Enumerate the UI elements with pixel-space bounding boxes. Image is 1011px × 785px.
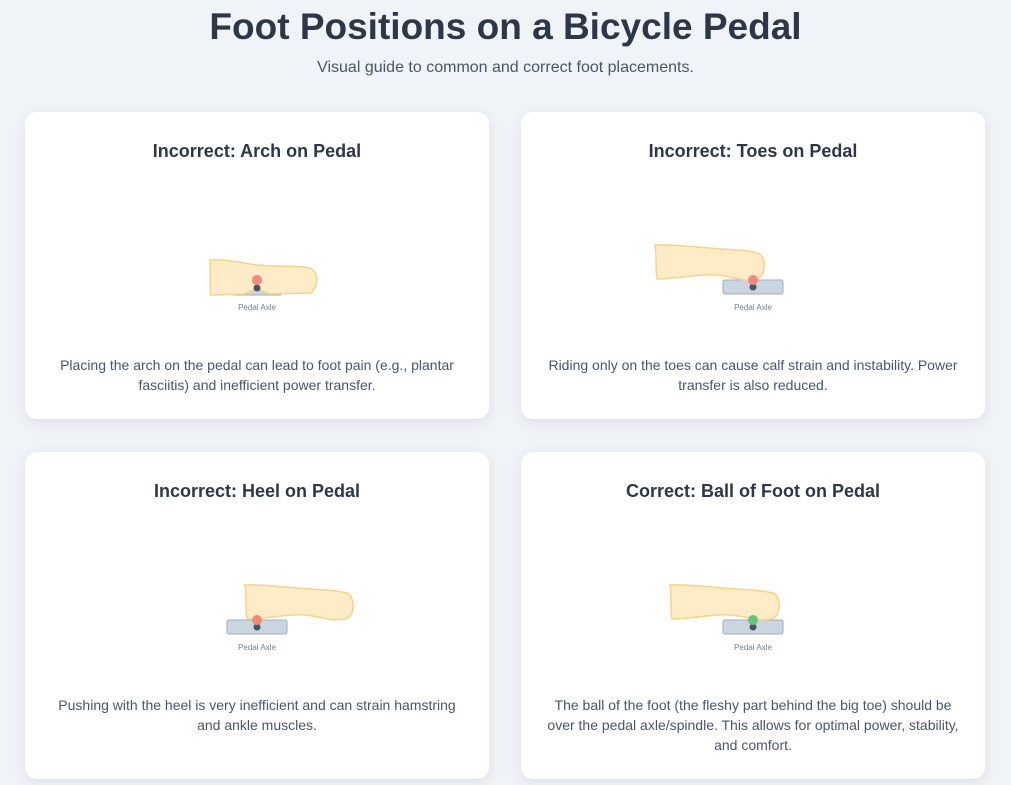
- card-description: The ball of the foot (the fleshy part be…: [547, 697, 959, 753]
- card-title: Incorrect: Toes on Pedal: [648, 141, 858, 161]
- axle-icon: [253, 284, 261, 292]
- pedal-axle-label: Pedal Axle: [734, 303, 772, 312]
- foot-shape: [244, 584, 354, 621]
- card-title: Incorrect: Arch on Pedal: [152, 141, 362, 161]
- foot-diagram: Pedal Axle: [669, 584, 784, 652]
- contact-point-icon: [748, 275, 758, 285]
- card-description: Pushing with the heel is very inefficien…: [58, 697, 456, 733]
- foot-diagram: Pedal Axle: [654, 244, 784, 312]
- foot-shape: [654, 244, 765, 281]
- card-title: Incorrect: Heel on Pedal: [153, 481, 361, 501]
- pedal-axle-label: Pedal Axle: [734, 643, 772, 652]
- pedal-axle-label: Pedal Axle: [238, 303, 276, 312]
- foot-shape: [669, 584, 780, 621]
- page-title: Foot Positions on a Bicycle Pedal: [209, 6, 802, 47]
- card-description: Placing the arch on the pedal can lead t…: [60, 357, 454, 393]
- card-toes-on-pedal: Incorrect: Toes on Pedal Pedal Axle Ridi…: [521, 112, 985, 419]
- card-description: Riding only on the toes can cause calf s…: [548, 357, 958, 393]
- foot-shape: [209, 259, 318, 296]
- card-arch-on-pedal: Incorrect: Arch on Pedal Pedal Axle Plac…: [25, 112, 489, 419]
- contact-point-icon: [252, 275, 262, 285]
- contact-point-icon: [748, 615, 758, 625]
- pedal-axle-label: Pedal Axle: [238, 643, 276, 652]
- contact-point-icon: [252, 615, 262, 625]
- card-title: Correct: Ball of Foot on Pedal: [625, 481, 880, 501]
- card-ball-of-foot-on-pedal: Correct: Ball of Foot on Pedal Pedal Axl…: [521, 452, 985, 779]
- page-subtitle: Visual guide to common and correct foot …: [317, 59, 694, 76]
- foot-diagram: Pedal Axle: [209, 259, 318, 312]
- card-heel-on-pedal: Incorrect: Heel on Pedal Pedal Axle Push…: [25, 452, 489, 779]
- foot-diagram: Pedal Axle: [226, 584, 354, 652]
